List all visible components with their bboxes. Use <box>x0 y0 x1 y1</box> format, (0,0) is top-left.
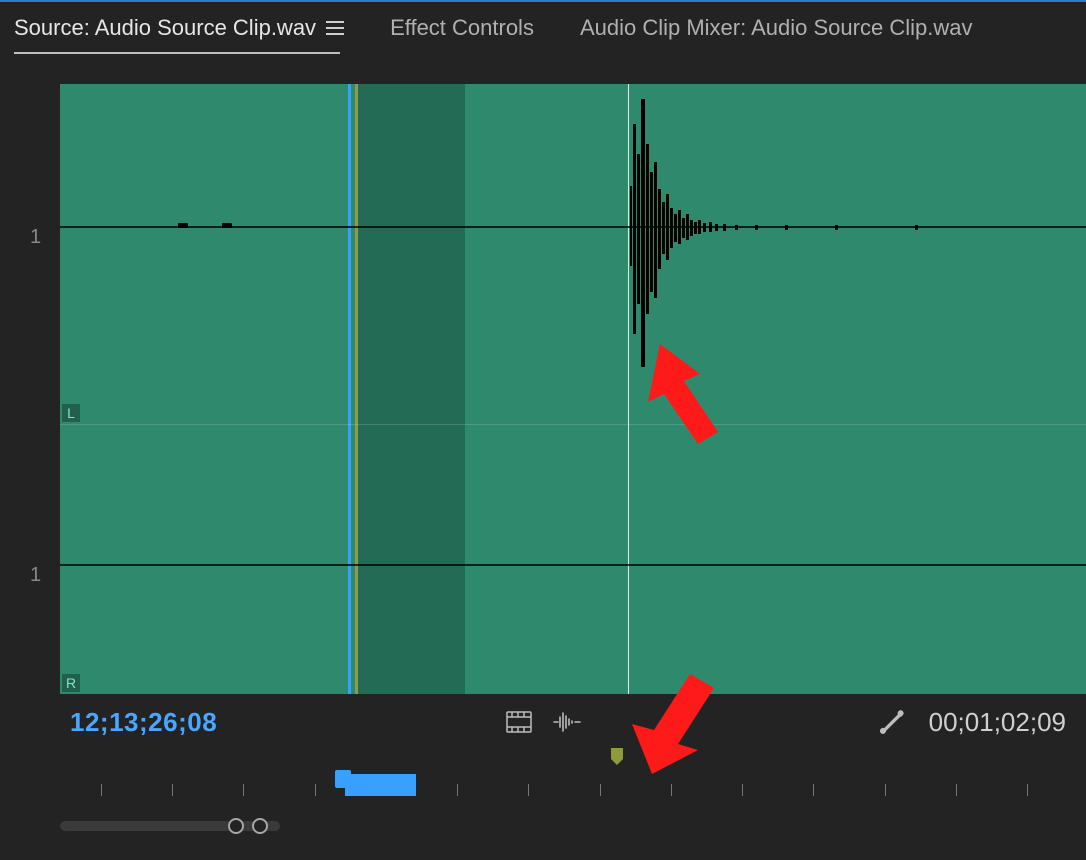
zoom-scrollbar-thumb-left[interactable] <box>228 818 244 834</box>
navigator-visible-region[interactable] <box>345 774 416 796</box>
waveform-channel-right: R <box>60 424 1086 694</box>
tab-audio-clip-mixer[interactable]: Audio Clip Mixer: Audio Source Clip.wav <box>580 15 973 41</box>
waveform-channel-left: L <box>60 84 1086 424</box>
duration-timecode: 00;01;02;09 <box>929 707 1066 738</box>
waveform-blip <box>222 223 232 228</box>
zoom-scrollbar[interactable] <box>60 816 1078 836</box>
timeline-ticks <box>60 784 1078 798</box>
channel-label-right: R <box>62 674 80 692</box>
amplitude-scale-bottom: 1 <box>30 564 41 587</box>
zero-crossing-line <box>60 564 1086 566</box>
waveform-display[interactable]: L R <box>60 84 1086 694</box>
panel-tabbar: Source: Audio Source Clip.wav Effect Con… <box>0 2 1086 54</box>
tab-effect-controls[interactable]: Effect Controls <box>390 15 534 41</box>
amplitude-gutter: 1 1 <box>0 84 60 694</box>
drag-video-only-icon[interactable] <box>505 708 533 736</box>
channel-label-left: L <box>62 404 80 422</box>
tab-mixer-label: Audio Clip Mixer: Audio Source Clip.wav <box>580 15 973 41</box>
zoom-scrollbar-thumb-right[interactable] <box>252 818 268 834</box>
source-monitor-panel: Source: Audio Source Clip.wav Effect Con… <box>0 0 1086 860</box>
marker-track[interactable] <box>60 748 1078 768</box>
drag-audio-only-icon[interactable] <box>553 708 581 736</box>
source-monitor-body: 1 1 <box>0 54 1086 754</box>
settings-wrench-icon[interactable] <box>878 708 906 736</box>
zoom-scrollbar-track[interactable] <box>60 821 280 831</box>
tab-source-label: Source: Audio Source Clip.wav <box>14 15 316 41</box>
amplitude-scale-top: 1 <box>30 226 41 249</box>
clip-marker-icon[interactable] <box>610 748 622 764</box>
panel-menu-icon[interactable] <box>326 21 344 35</box>
tab-source[interactable]: Source: Audio Source Clip.wav <box>14 15 344 41</box>
current-timecode[interactable]: 12;13;26;08 <box>70 707 217 738</box>
annotation-arrow-transient <box>640 334 760 454</box>
tab-effects-label: Effect Controls <box>390 15 534 41</box>
navigator-timeline[interactable] <box>60 780 1078 820</box>
transport-infobar: 12;13;26;08 00;01;02;09 <box>0 700 1086 744</box>
waveform-blip <box>178 223 188 228</box>
